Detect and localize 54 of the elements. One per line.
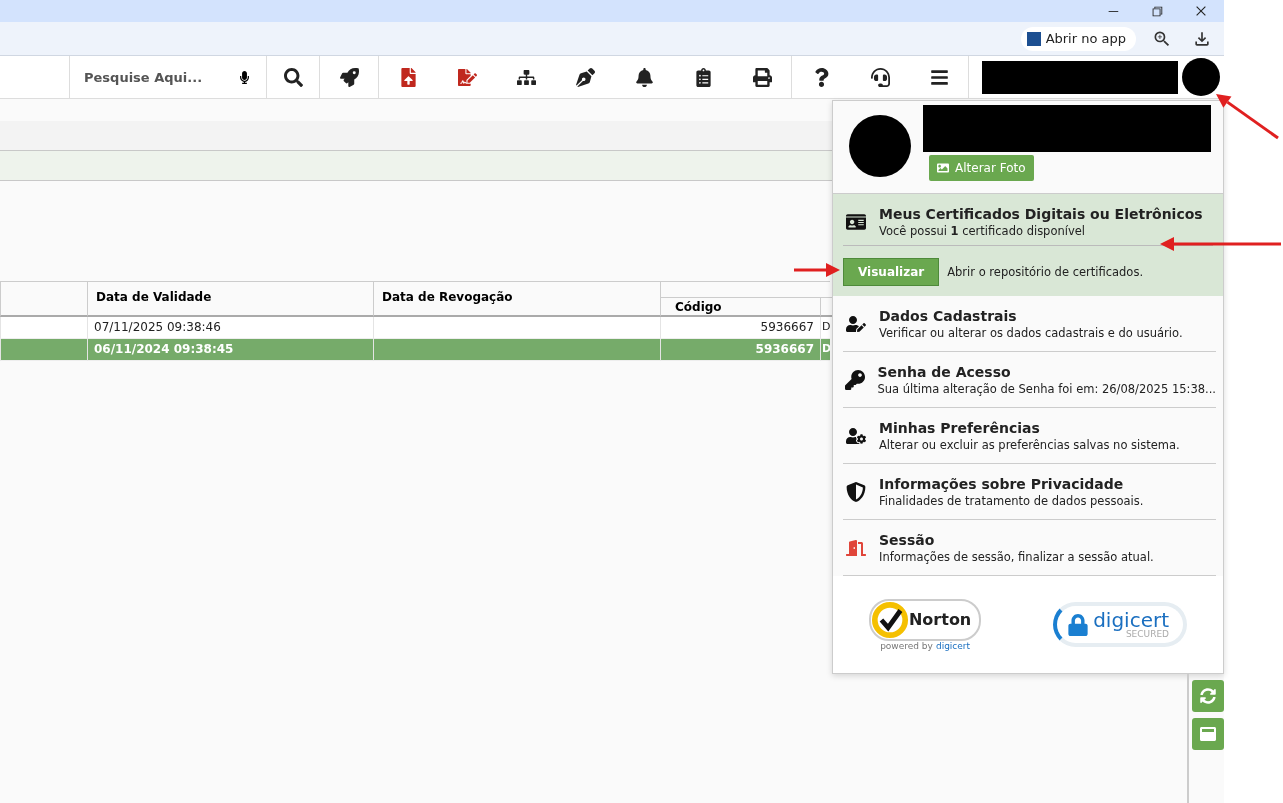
menu-item[interactable]: Dados Cadastrais Verificar ou alterar os dados cadastrais e do usuário. xyxy=(843,296,1216,352)
seal-name: digicert xyxy=(1093,610,1170,630)
window-button[interactable] xyxy=(1192,718,1224,750)
menu-title[interactable]: Meus Certificados Digitais ou Eletrônicos xyxy=(879,206,1203,222)
menu-subtitle: Alterar ou excluir as preferências salvas no sistema. xyxy=(879,437,1180,452)
user-edit-icon xyxy=(843,313,869,334)
app-logo-icon xyxy=(1026,31,1041,46)
menu-item[interactable]: Minhas Preferências Alterar ou excluir as preferências salvas no sistema. xyxy=(843,408,1216,464)
user-settings-icon xyxy=(843,425,869,446)
menu-title: Informações sobre Privacidade xyxy=(879,475,1125,492)
table-cell: D xyxy=(820,317,830,339)
close-icon[interactable] xyxy=(1194,4,1208,18)
restore-icon[interactable] xyxy=(1150,4,1164,18)
refresh-button[interactable] xyxy=(1192,680,1224,712)
menu-title: Sessão xyxy=(879,531,936,548)
annotation-arrow xyxy=(1216,94,1279,140)
menu-title: Senha de Acesso xyxy=(877,363,1012,380)
menu-subtitle: Sua última alteração de Senha foi em: 26/08/2025 15:38... xyxy=(877,381,1216,396)
door-exit-icon xyxy=(843,537,869,558)
menu-subtitle: Finalidades de tratamento de dados pessoais. xyxy=(879,493,1144,508)
seal-caption: powered by xyxy=(880,640,933,651)
seal-caption: SECURED xyxy=(1125,630,1170,639)
table-cell: 5936667 xyxy=(660,317,820,339)
menu-subtitle: Verificar ou alterar os dados cadastrais e do usuário. xyxy=(879,325,1183,340)
key-icon xyxy=(843,369,868,390)
seal-name: Norton xyxy=(908,610,972,629)
avatar[interactable] xyxy=(1182,58,1220,96)
menu-item[interactable]: Senha de Acesso Sua última alteração de Senha foi em: 26/08/2025 15:38... xyxy=(843,352,1216,408)
microphone-icon[interactable] xyxy=(238,70,251,84)
search-field[interactable]: Pesquise Aqui... xyxy=(82,68,232,86)
column-header: Data de Validade xyxy=(87,281,373,317)
table-row-marker[interactable] xyxy=(0,317,87,339)
menu-subtitle: Você possui 1 certificado disponível xyxy=(879,224,1087,238)
menu-item[interactable]: Informações sobre Privacidade Finalidades de tratamento de dados pessoais. xyxy=(843,464,1216,520)
open-in-app-button[interactable]: Abrir no app xyxy=(1020,26,1136,51)
menu-title: Dados Cadastrais xyxy=(879,307,1018,324)
button-hint: Abrir o repositório de certificados. xyxy=(947,265,1144,279)
checkmark-icon xyxy=(870,600,909,639)
menu-subtitle: Informações de sessão, finalizar a sessão atual. xyxy=(879,549,1154,564)
window-icon xyxy=(1200,726,1216,742)
image-icon xyxy=(937,162,949,174)
annotation-arrow xyxy=(794,263,840,277)
lock-icon xyxy=(1067,613,1090,636)
table-cell: 07/11/2025 09:38:46 xyxy=(87,317,373,339)
table-cell: 5936667 xyxy=(660,339,820,361)
column-header: Código xyxy=(660,297,820,317)
table-row-marker[interactable] xyxy=(0,339,87,361)
table-cell: D xyxy=(820,339,830,361)
seal-brand: digicert xyxy=(935,640,971,651)
menu-title: Minhas Preferências xyxy=(879,419,1041,436)
refresh-icon xyxy=(1200,688,1216,704)
table-cell: 06/11/2024 09:38:45 xyxy=(87,339,373,361)
column-header: Data de Revogação xyxy=(373,281,660,317)
id-card-icon xyxy=(843,212,869,232)
